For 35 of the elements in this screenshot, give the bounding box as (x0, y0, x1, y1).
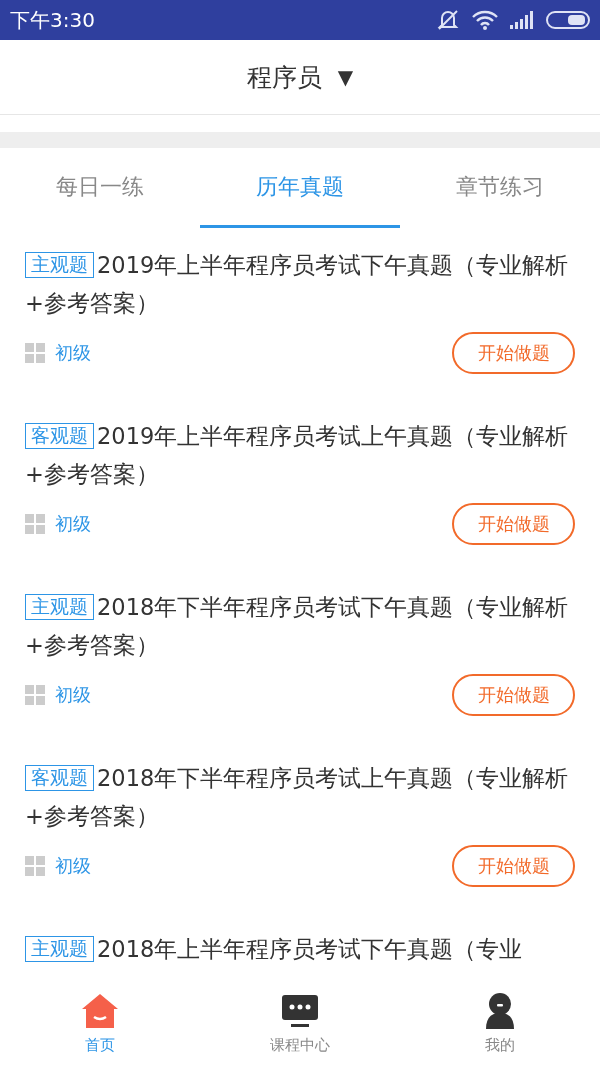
level-label: 初级 (55, 683, 91, 707)
header-title[interactable]: 程序员 (246, 60, 322, 94)
level-label: 初级 (55, 341, 91, 365)
exam-title[interactable]: 主观题 2018年下半年程序员考试下午真题（专业解析+参考答案） (25, 588, 575, 664)
tab[interactable]: 历年真题 (200, 148, 400, 228)
grid-icon (25, 856, 45, 876)
battery-icon (546, 11, 590, 29)
exam-title[interactable]: 客观题 2019年上半年程序员考试上午真题（专业解析+参考答案） (25, 417, 575, 493)
signal-icon (510, 11, 534, 29)
grid-icon (25, 685, 45, 705)
exam-type-tag: 主观题 (25, 252, 94, 278)
status-time: 下午3:30 (10, 6, 95, 34)
tab[interactable]: 章节练习 (400, 148, 600, 228)
start-button[interactable]: 开始做题 (452, 503, 575, 545)
tab[interactable]: 每日一练 (0, 148, 200, 228)
nav-tab[interactable]: 我的 (485, 1036, 515, 1055)
exam-title[interactable]: 客观题 2018年下半年程序员考试上午真题（专业解析+参考答案） (25, 759, 575, 835)
wifi-icon (472, 10, 498, 30)
nav-tab[interactable]: 首页 (85, 1036, 115, 1055)
level-label: 初级 (55, 512, 91, 536)
start-button[interactable]: 开始做题 (452, 332, 575, 374)
dropdown-caret[interactable]: ▼ (337, 65, 354, 89)
exam-type-tag: 客观题 (25, 765, 94, 791)
start-button[interactable]: 开始做题 (452, 845, 575, 887)
exam-type-tag: 客观题 (25, 423, 94, 449)
exam-type-tag: 主观题 (25, 594, 94, 620)
grid-icon (25, 343, 45, 363)
level-label: 初级 (55, 854, 91, 878)
start-button[interactable]: 开始做题 (452, 674, 575, 716)
grid-icon (25, 514, 45, 534)
mute-icon (436, 9, 460, 31)
exam-title[interactable]: 主观题 2018年上半年程序员考试下午真题（专业 (25, 930, 575, 968)
nav-tab[interactable]: 课程中心 (270, 1036, 330, 1055)
exam-type-tag: 主观题 (25, 936, 94, 962)
exam-title[interactable]: 主观题 2019年上半年程序员考试下午真题（专业解析+参考答案） (25, 246, 575, 322)
